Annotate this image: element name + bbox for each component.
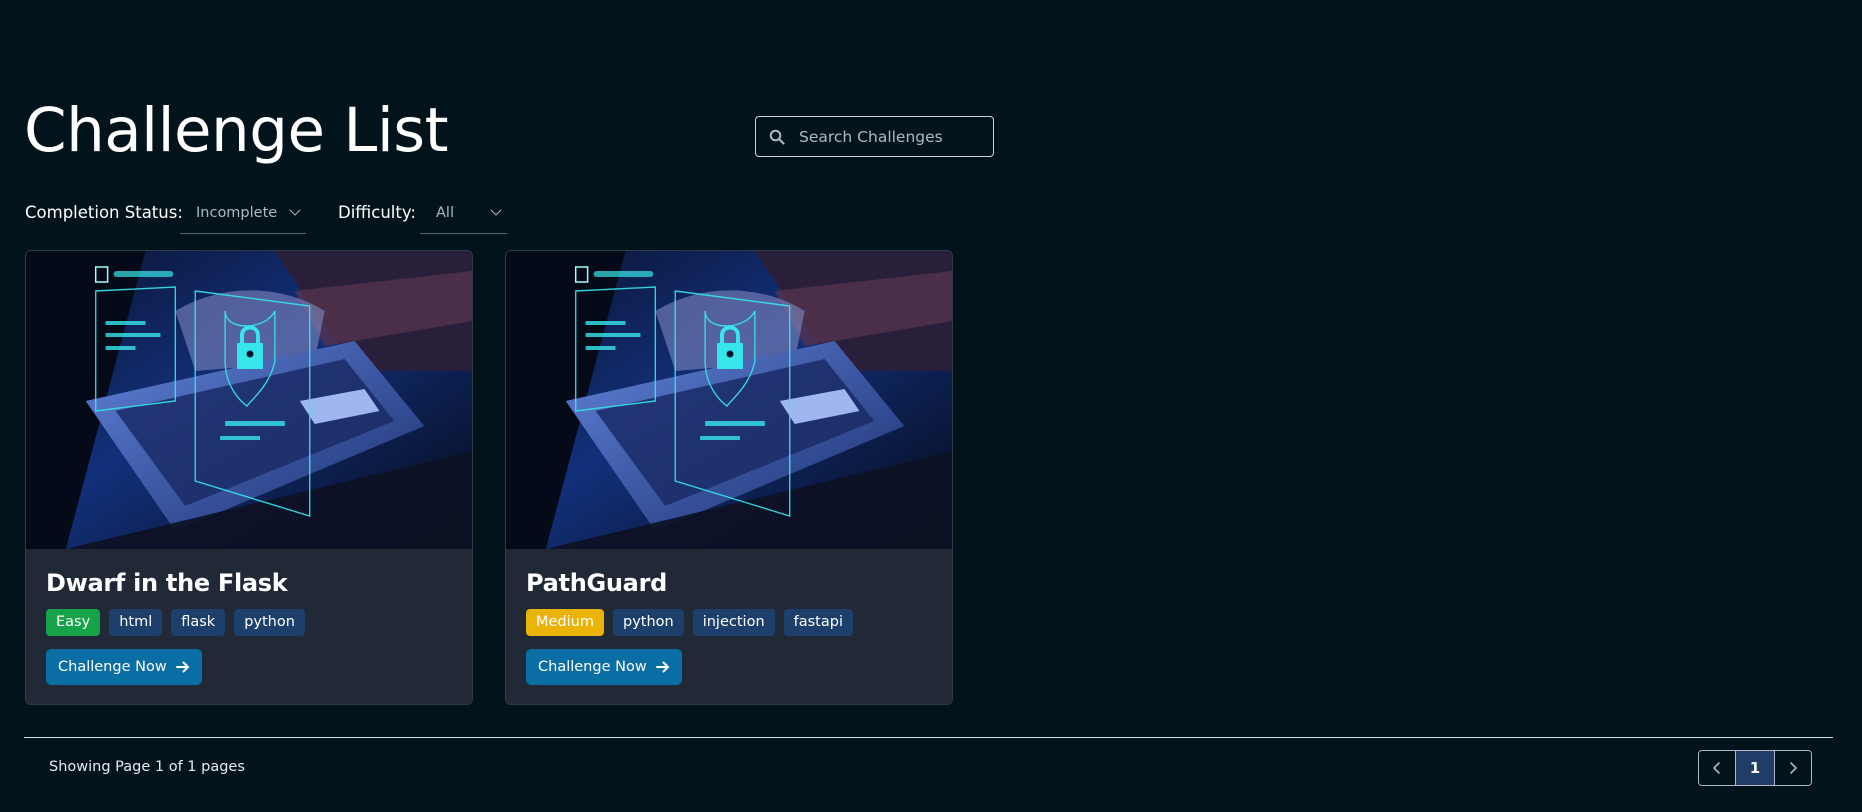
challenge-now-label: Challenge Now	[538, 659, 647, 675]
completion-status-select[interactable]: Incomplete	[180, 198, 306, 234]
pagination-status: Showing Page 1 of 1 pages	[49, 759, 245, 775]
difficulty-label: Difficulty:	[338, 203, 416, 222]
chevron-left-icon	[1713, 762, 1720, 774]
tag: fastapi	[783, 609, 853, 636]
completion-status-label: Completion Status:	[25, 203, 183, 222]
difficulty-select[interactable]: All	[420, 198, 507, 234]
arrow-right-icon	[655, 661, 669, 673]
search-icon	[767, 127, 787, 147]
tag: flask	[171, 609, 226, 636]
tag-list: Medium python injection fastapi	[526, 609, 853, 636]
divider	[24, 737, 1833, 738]
challenge-image	[506, 251, 952, 549]
challenge-now-button[interactable]: Challenge Now	[46, 649, 202, 685]
challenge-card[interactable]: PathGuard Medium python injection fastap…	[505, 250, 953, 705]
challenge-image	[26, 251, 472, 549]
next-page-button[interactable]	[1774, 751, 1811, 785]
pagination: 1	[1698, 750, 1812, 786]
page-number-button[interactable]: 1	[1735, 751, 1774, 785]
tag: html	[109, 609, 163, 636]
difficulty-value: All	[436, 204, 454, 221]
chevron-right-icon	[1790, 762, 1797, 774]
chevron-down-icon	[490, 204, 502, 216]
challenge-now-button[interactable]: Challenge Now	[526, 649, 682, 685]
challenge-card[interactable]: Dwarf in the Flask Easy html flask pytho…	[25, 250, 473, 705]
difficulty-badge: Medium	[526, 609, 604, 636]
difficulty-badge: Easy	[46, 609, 101, 636]
challenge-title: PathGuard	[526, 569, 667, 597]
completion-status-value: Incomplete	[196, 204, 278, 221]
tag: injection	[692, 609, 775, 636]
page-title: Challenge List	[24, 95, 449, 166]
arrow-right-icon	[175, 661, 189, 673]
challenge-title: Dwarf in the Flask	[46, 569, 288, 597]
chevron-down-icon	[289, 204, 301, 216]
search-input[interactable]	[797, 126, 991, 147]
tag: python	[612, 609, 684, 636]
search-box[interactable]	[755, 116, 994, 157]
previous-page-button[interactable]	[1699, 751, 1735, 785]
tag: python	[234, 609, 305, 636]
challenge-now-label: Challenge Now	[58, 659, 167, 675]
tag-list: Easy html flask python	[46, 609, 305, 636]
